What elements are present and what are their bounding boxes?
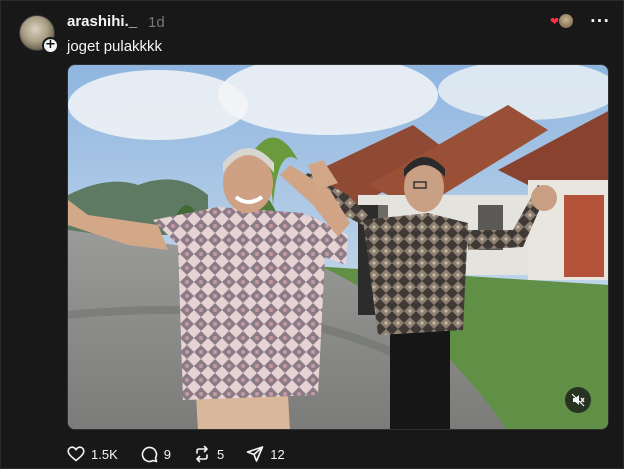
post-video[interactable] [67, 64, 609, 430]
repost-icon [196, 445, 208, 463]
repost-button[interactable]: 5 [193, 445, 224, 463]
mute-button[interactable] [565, 387, 591, 413]
share-count: 12 [270, 446, 285, 462]
liker-avatar [558, 13, 574, 29]
post-timestamp: 1d [148, 14, 165, 31]
post-actions: 1.5K 9 5 12 [67, 443, 307, 465]
more-icon[interactable]: ··· [589, 11, 611, 31]
share-button[interactable]: 12 [246, 445, 285, 463]
author-username[interactable]: arashihi._ [67, 13, 137, 30]
speaker-muted-icon [571, 393, 585, 407]
follow-plus-icon[interactable]: + [42, 37, 59, 54]
comment-icon [141, 446, 158, 463]
post-container: + arashihi._ 1d joget pulakkkk ❤ ··· 1.5… [0, 0, 624, 469]
send-icon [246, 446, 264, 462]
repost-count: 5 [216, 446, 225, 462]
liked-by-indicator[interactable]: ❤ [550, 13, 574, 31]
comment-count: 9 [163, 446, 171, 462]
post-caption: joget pulakkkk [67, 38, 163, 55]
author-avatar[interactable]: + [19, 15, 59, 54]
heart-icon [67, 446, 85, 462]
comment-button[interactable]: 9 [140, 445, 171, 463]
video-frame [68, 65, 608, 429]
like-button[interactable]: 1.5K [67, 446, 118, 462]
like-count: 1.5K [91, 446, 118, 462]
